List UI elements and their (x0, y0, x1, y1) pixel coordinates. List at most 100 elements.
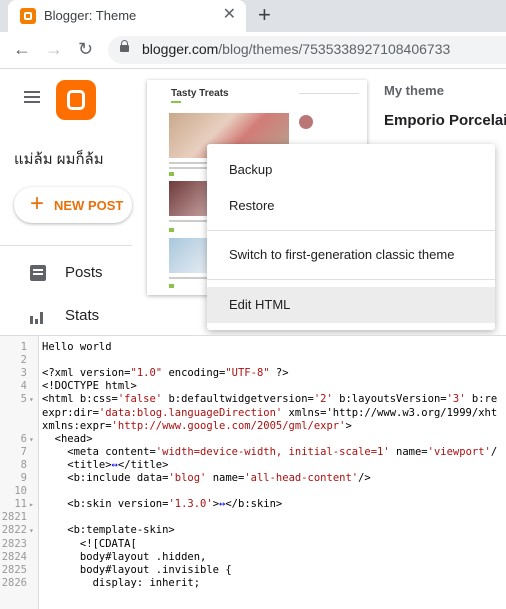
sidebar-item-stats[interactable]: Stats (30, 304, 140, 328)
line-number: 2825 (1, 563, 27, 576)
menu-item-label: Restore (229, 198, 275, 213)
sidebar-item-label: Posts (65, 264, 103, 281)
code-line[interactable]: 2821 (0, 511, 506, 524)
back-button[interactable]: ← (13, 39, 31, 59)
code-text: body#layout .hidden, (42, 550, 207, 563)
line-number: 2824 (1, 550, 27, 563)
blogger-logo-icon[interactable] (56, 80, 96, 120)
code-text: <html b:css='false' b:defaultwidgetversi… (42, 393, 498, 406)
line-number: 5 (20, 393, 27, 406)
posts-icon (30, 265, 46, 281)
blog-name[interactable]: แม่ล้ม ผมก็ล้ม (14, 147, 104, 171)
forward-button[interactable]: → (45, 39, 63, 59)
new-post-label: NEW POST (54, 198, 124, 213)
menu-divider (207, 279, 495, 280)
code-text: <b:include data='blog' name='all-head-co… (42, 472, 371, 484)
preview-blog-title: Tasty Treats (171, 88, 229, 99)
menu-item-label: Edit HTML (229, 297, 291, 312)
browser-tabstrip: Blogger: Theme ✕ + (0, 0, 506, 32)
browser-toolbar: ← → ↻ blogger.com/blog/themes/7535338927… (0, 32, 506, 69)
new-tab-button[interactable]: + (258, 4, 271, 26)
line-number: 2822 (1, 524, 27, 537)
code-line[interactable]: 11 ▸ <b:skin version='1.3.0'>↔</b:skin> (0, 498, 506, 511)
sidebar-divider (0, 245, 132, 246)
fold-toggle-icon[interactable]: ▸ (29, 498, 34, 511)
stats-icon (30, 308, 46, 324)
menu-item-edit-html[interactable]: Edit HTML (207, 287, 495, 323)
code-text: <!DOCTYPE html> (42, 380, 137, 393)
code-line[interactable]: 10 (0, 485, 506, 498)
code-line[interactable]: expr:dir='data:blog.languageDirection' x… (0, 407, 506, 420)
menu-item-backup[interactable]: Backup (207, 152, 495, 188)
theme-dropdown-menu: Backup Restore Switch to first-generatio… (207, 144, 495, 330)
line-number: 2821 (1, 511, 27, 524)
code-line[interactable]: 4 <!DOCTYPE html> (0, 380, 506, 393)
code-line[interactable]: 8 <title>↔</title> (0, 459, 506, 472)
code-line[interactable]: 2822 ▾ <b:template-skin> (0, 524, 506, 537)
line-number: 3 (20, 367, 27, 380)
line-number: 11 (14, 498, 27, 511)
hamburger-menu-icon[interactable] (24, 91, 40, 103)
tab-close-icon[interactable]: ✕ (223, 6, 236, 24)
line-number: 1 (20, 341, 27, 353)
preview-text-line (169, 167, 209, 169)
code-line[interactable]: 3 <?xml version="1.0" encoding="UTF-8" ?> (0, 367, 506, 380)
code-line[interactable]: 2825 body#layout .invisible { (0, 564, 506, 577)
fold-toggle-icon[interactable]: ▾ (29, 433, 34, 446)
my-theme-label: My theme (384, 83, 444, 98)
fold-toggle-icon[interactable]: ▾ (29, 524, 34, 537)
code-line[interactable]: 2 (0, 354, 506, 367)
lock-icon (120, 40, 129, 52)
sidebar-item-label: Stats (65, 307, 100, 324)
theme-name: Emporio Porcelain (384, 112, 506, 129)
preview-dot (169, 284, 174, 288)
code-line[interactable]: 6 ▾ <head> (0, 433, 506, 446)
blogger-favicon-icon (20, 8, 36, 24)
menu-item-switch-classic[interactable]: Switch to first-generation classic theme (207, 237, 495, 273)
code-text: xmlns:expr='http://www.google.com/2005/g… (42, 419, 352, 432)
code-text: <b:template-skin> (42, 524, 175, 537)
menu-item-label: Backup (229, 162, 273, 177)
code-text: <![CDATA[ (42, 537, 137, 550)
code-line[interactable]: 9 <b:include data='blog' name='all-head-… (0, 472, 506, 485)
code-line[interactable]: xmlns:expr='http://www.google.com/2005/g… (0, 420, 506, 433)
code-line[interactable]: 5 ▾ <html b:css='false' b:defaultwidgetver… (0, 393, 506, 406)
url-host: blogger.com (142, 41, 219, 57)
line-number: 2 (20, 354, 27, 367)
code-line[interactable]: 2823 <![CDATA[ (0, 538, 506, 551)
code-text: <?xml version="1.0" encoding="UTF-8" ?> (42, 367, 289, 380)
reload-button[interactable]: ↻ (78, 39, 93, 59)
line-number: 2826 (1, 576, 27, 589)
menu-divider (207, 230, 495, 231)
preview-title-underline (171, 101, 181, 103)
code-line[interactable]: 1 Hello world (0, 341, 506, 354)
line-number: 10 (14, 485, 27, 498)
fold-toggle-icon[interactable]: ▾ (29, 393, 34, 406)
code-text: <head> (42, 432, 93, 445)
sidebar-item-posts[interactable]: Posts (30, 261, 140, 285)
code-line[interactable]: 7 <meta content='width=device-width, ini… (0, 446, 506, 459)
code-text: <meta content='width=device-width, initi… (42, 445, 498, 458)
address-bar[interactable]: blogger.com/blog/themes/7535338927108406… (108, 36, 506, 64)
line-number: 8 (20, 458, 27, 471)
html-code-editor[interactable]: 1 Hello world 2 3 <?xml version="1.0" encodi… (0, 335, 506, 609)
preview-dot (169, 172, 174, 176)
code-text: <title>↔</title> (42, 458, 169, 471)
code-line[interactable]: 2824 body#layout .hidden, (0, 551, 506, 564)
preview-search-field (299, 85, 359, 94)
code-line[interactable]: 2826 display: inherit; (0, 577, 506, 590)
preview-dot (169, 228, 174, 232)
code-text: body#layout .invisible { (42, 563, 232, 576)
code-text: Hello world (42, 341, 112, 353)
menu-item-restore[interactable]: Restore (207, 188, 495, 224)
line-number: 6 (20, 432, 27, 445)
tab-title: Blogger: Theme (44, 8, 137, 23)
code-text: expr:dir='data:blog.languageDirection' x… (42, 406, 498, 419)
plus-icon: + (30, 190, 45, 217)
browser-tab[interactable]: Blogger: Theme ✕ (8, 0, 246, 32)
url-text: blogger.com/blog/themes/7535338927108406… (142, 41, 450, 57)
code-text: <b:skin version='1.3.0'>↔</b:skin> (42, 498, 283, 511)
code-text: display: inherit; (42, 576, 201, 589)
new-post-button[interactable]: + NEW POST (14, 187, 132, 223)
line-number: 9 (20, 472, 27, 484)
